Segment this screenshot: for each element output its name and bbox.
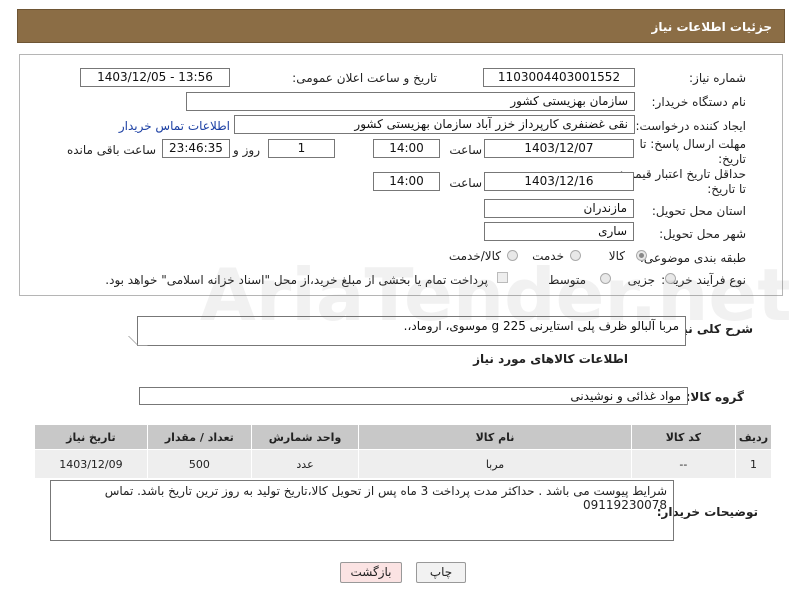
col-need-date: تاریخ نیاز (34, 424, 148, 450)
page-header: جزئیات اطلاعات نیاز (17, 9, 785, 43)
reply-deadline-label: مهلت ارسال پاسخ: تا تاریخ: (639, 137, 746, 166)
price-validity-time-field[interactable]: 14:00 (373, 172, 440, 191)
cell-row-number: 1 (734, 449, 773, 479)
col-item-code: کد کالا (630, 424, 736, 450)
time-remaining-field[interactable]: 23:46:35 (162, 139, 230, 158)
col-quantity: تعداد / مقدار (146, 424, 252, 450)
buyer-org-field[interactable]: سازمان بهزیستی کشور (186, 92, 635, 111)
goods-table-header: ردیف کد کالا نام کالا واحد شمارش تعداد /… (34, 424, 773, 450)
back-button[interactable]: بازگشت (340, 562, 402, 583)
province-field[interactable]: مازندران (484, 199, 634, 218)
cell-unit: عدد (250, 449, 360, 479)
announce-date-label: تاریخ و ساعت اعلان عمومی: (292, 71, 437, 85)
page-title: جزئیات اطلاعات نیاز (651, 20, 772, 34)
col-unit: واحد شمارش (250, 424, 360, 450)
col-item-name: نام کالا (358, 424, 632, 450)
days-label: روز و (233, 143, 260, 157)
creator-field[interactable]: نقی غضنفری کارپرداز خزر آباد سازمان بهزی… (234, 115, 635, 134)
cell-need-date: 1403/12/09 (34, 449, 148, 479)
print-button[interactable]: چاپ (416, 562, 466, 583)
goods-group-label: گروه کالا: (685, 390, 744, 404)
reply-date-field[interactable]: 1403/12/07 (484, 139, 634, 158)
col-row-number: ردیف (734, 424, 773, 450)
price-validity-date-field[interactable]: 1403/12/16 (484, 172, 634, 191)
days-remaining-field[interactable]: 1 (268, 139, 335, 158)
need-number-field[interactable]: 1103004403001552 (483, 68, 635, 87)
cell-item-name: مربا (358, 449, 632, 479)
reply-time-field[interactable]: 14:00 (373, 139, 440, 158)
buyer-notes-field[interactable]: شرایط پیوست می باشد . حداکثر مدت پرداخت … (50, 480, 674, 541)
creator-label: ایجاد کننده درخواست: (635, 119, 746, 133)
announce-date-field[interactable]: 1403/12/05 - 13:56 (80, 68, 230, 87)
time-remaining-label: ساعت باقی مانده (66, 143, 156, 157)
reply-time-label: ساعت (449, 143, 482, 157)
need-number-label: شماره نیاز: (689, 71, 746, 85)
buyer-org-label: نام دستگاه خریدار: (651, 95, 747, 109)
cell-item-code: -- (630, 449, 736, 479)
goods-table: ردیف کد کالا نام کالا واحد شمارش تعداد /… (34, 424, 773, 479)
city-label: شهر محل تحویل: (659, 227, 746, 241)
goods-section-title: اطلاعات کالاهای مورد نیاز (473, 352, 628, 366)
watermark: AriaTender.net (200, 253, 789, 337)
price-validity-time-label: ساعت (449, 176, 482, 190)
buyer-contact-link[interactable]: اطلاعات تماس خریدار (119, 119, 230, 133)
cell-quantity: 500 (146, 449, 252, 479)
province-label: استان محل تحویل: (651, 204, 746, 218)
city-field[interactable]: ساری (484, 222, 634, 241)
goods-group-field[interactable]: مواد غذائی و نوشیدنی (139, 387, 688, 405)
table-row[interactable]: 1 -- مربا عدد 500 1403/12/09 (34, 449, 773, 479)
